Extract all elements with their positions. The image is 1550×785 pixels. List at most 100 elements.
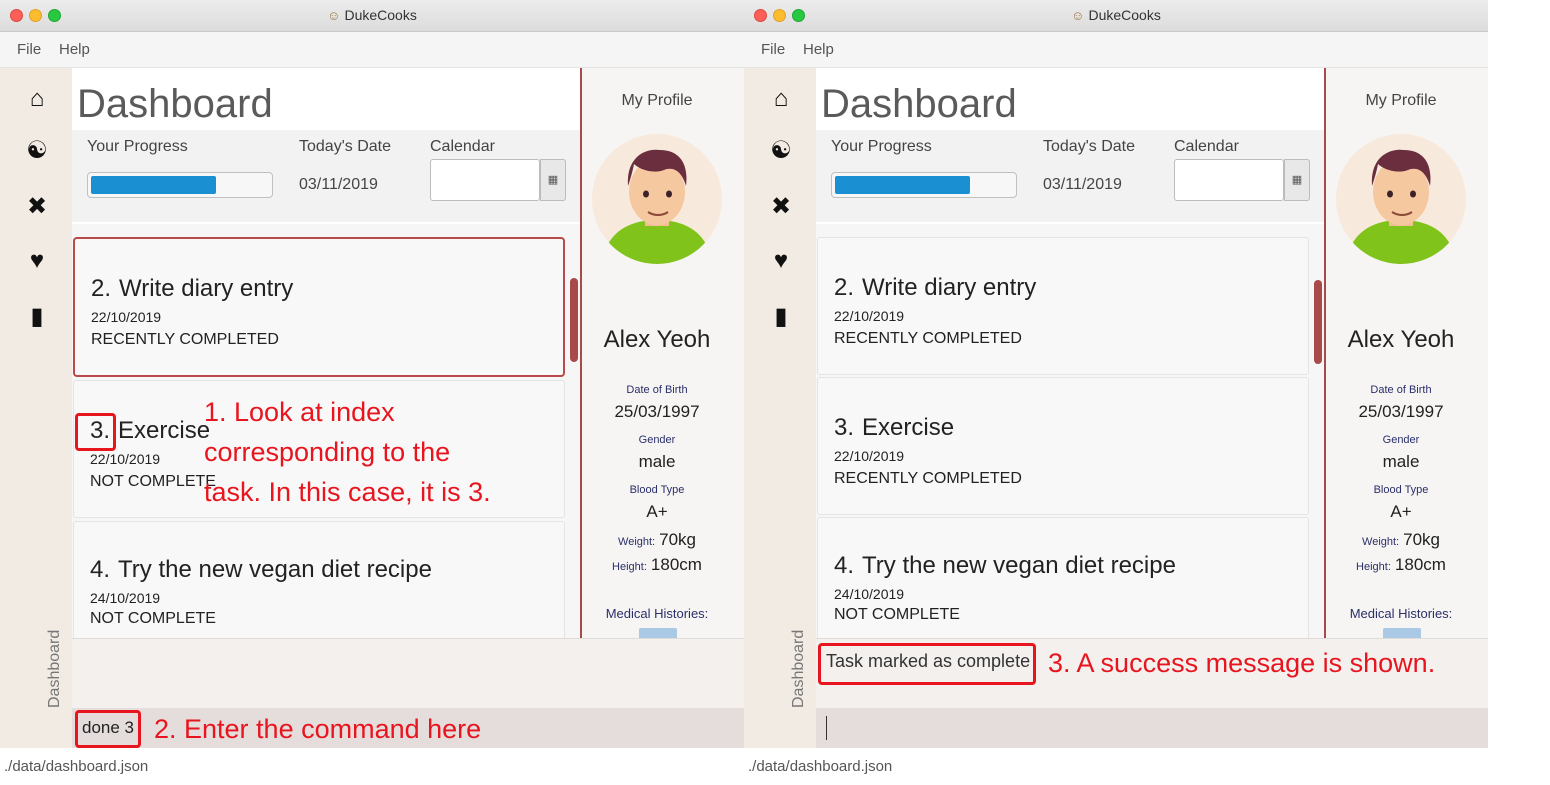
task-name: Exercise — [118, 417, 211, 444]
calendar-icon[interactable]: ▦ — [540, 159, 566, 201]
task-index: 4. — [90, 556, 111, 583]
menu-bar: File Help — [0, 32, 744, 68]
scrollbar-thumb[interactable] — [1314, 280, 1322, 364]
annotation-step1-line1: 1. Look at index — [204, 397, 395, 427]
command-highlight-box — [75, 710, 141, 748]
medical-tag — [639, 628, 677, 638]
sidebar: ⌂ ☯ ✖ ♥ ▮ Dashboard — [0, 68, 72, 748]
window-title: ☺ DukeCooks — [0, 7, 744, 23]
home-icon[interactable]: ⌂ — [22, 82, 52, 116]
chef-hat-icon[interactable]: ☯ — [766, 134, 796, 168]
calendar-input[interactable] — [430, 159, 540, 201]
task-date: 24/10/2019 — [90, 590, 161, 606]
task-card[interactable]: 2. Write diary entry 22/10/2019 RECENTLY … — [73, 237, 565, 377]
avatar — [1336, 134, 1466, 264]
task-title: 4. Try the new vegan diet recipe — [90, 556, 432, 584]
task-card[interactable]: 2. Write diary entry 22/10/2019 RECENTLY … — [817, 237, 1309, 375]
task-name: Exercise — [862, 414, 955, 441]
height-label: Height: — [1356, 561, 1391, 573]
dumbbell-icon[interactable]: ✖ — [22, 190, 52, 224]
gender-label: Gender — [1382, 434, 1420, 446]
chef-icon: ☺ — [327, 8, 341, 23]
gender-value: male — [638, 452, 676, 471]
medical-histories-label: Medical Histories: — [605, 606, 709, 621]
profile-name: Alex Yeoh — [603, 326, 711, 353]
dob-label: Date of Birth — [626, 384, 688, 396]
profile-heading: My Profile — [1365, 92, 1437, 109]
index-highlight-box — [75, 413, 116, 451]
date-label: Today's Date — [1043, 138, 1135, 155]
menu-bar: File Help — [744, 32, 1488, 68]
task-status: RECENTLY COMPLETED — [834, 470, 1022, 487]
task-list-scrollbar[interactable] — [568, 70, 580, 630]
dob-value: 25/03/1997 — [614, 402, 700, 421]
task-date: 22/10/2019 — [91, 309, 162, 325]
medical-tag — [1383, 628, 1421, 638]
task-list[interactable]: 2. Write diary entry 22/10/2019 RECENTLY … — [816, 224, 1324, 638]
task-card[interactable]: 3. Exercise 22/10/2019 RECENTLY COMPLETED — [817, 377, 1309, 515]
date-value: 03/11/2019 — [1043, 176, 1122, 193]
task-name: Write diary entry — [862, 274, 1037, 301]
command-input[interactable] — [822, 712, 1472, 744]
result-highlight-box — [818, 643, 1036, 685]
scrollbar-thumb[interactable] — [570, 278, 578, 362]
command-box — [816, 708, 1488, 748]
task-status: NOT COMPLETE — [90, 473, 216, 490]
profile-heading: My Profile — [621, 92, 693, 109]
blood-label: Blood Type — [629, 484, 685, 496]
calendar-label: Calendar — [1174, 138, 1239, 155]
status-bar-path: ./data/dashboard.json — [4, 758, 149, 775]
task-status: NOT COMPLETE — [90, 610, 216, 627]
calendar-input[interactable] — [1174, 159, 1284, 201]
heartbeat-icon[interactable]: ♥ — [766, 244, 796, 278]
progress-bar — [87, 172, 273, 198]
dob-value: 25/03/1997 — [1358, 402, 1444, 421]
task-name: Try the new vegan diet recipe — [118, 556, 432, 583]
task-date: 22/10/2019 — [834, 448, 905, 464]
menu-help[interactable]: Help — [59, 41, 90, 58]
task-index: 3. — [834, 414, 855, 441]
home-icon[interactable]: ⌂ — [766, 82, 796, 116]
height-field: Height: 180cm — [582, 555, 732, 575]
task-index: 4. — [834, 552, 855, 579]
height-field: Height: 180cm — [1326, 555, 1476, 575]
progress-bar — [831, 172, 1017, 198]
book-icon[interactable]: ▮ — [22, 300, 52, 334]
weight-field: Weight: 70kg — [582, 530, 732, 550]
task-title: 3. Exercise — [834, 414, 954, 442]
dob-label: Date of Birth — [1370, 384, 1432, 396]
task-date: 22/10/2019 — [834, 308, 905, 324]
title-bar: ☺ DukeCooks — [0, 0, 744, 32]
menu-file[interactable]: File — [17, 41, 41, 58]
medical-histories-label: Medical Histories: — [1349, 606, 1453, 621]
task-status: RECENTLY COMPLETED — [834, 330, 1022, 347]
heartbeat-icon[interactable]: ♥ — [22, 244, 52, 278]
status-bar-path: ./data/dashboard.json — [748, 758, 893, 775]
menu-file[interactable]: File — [761, 41, 785, 58]
task-card[interactable]: 4. Try the new vegan diet recipe 24/10/20… — [73, 521, 565, 638]
book-icon[interactable]: ▮ — [766, 300, 796, 334]
page-title: Dashboard — [77, 82, 273, 126]
height-label: Height: — [612, 561, 647, 573]
chef-hat-icon[interactable]: ☯ — [22, 134, 52, 168]
window-title: ☺ DukeCooks — [744, 7, 1488, 23]
task-list-scrollbar[interactable] — [1312, 70, 1324, 630]
calendar-icon[interactable]: ▦ — [1284, 159, 1310, 201]
menu-help[interactable]: Help — [803, 41, 834, 58]
gender-value: male — [1382, 452, 1420, 471]
sidebar-vertical-label: Dashboard — [790, 629, 807, 708]
task-card[interactable]: 4. Try the new vegan diet recipe 24/10/20… — [817, 517, 1309, 638]
task-name: Write diary entry — [119, 275, 294, 302]
weight-value: 70kg — [1403, 530, 1440, 549]
task-date: 22/10/2019 — [90, 451, 161, 467]
dumbbell-icon[interactable]: ✖ — [766, 190, 796, 224]
weight-label: Weight: — [1362, 536, 1400, 548]
dukecooks-window-before: ☺ DukeCooks File Help ⌂ ☯ ✖ ♥ ▮ Dashboard… — [0, 0, 744, 785]
height-value: 180cm — [1394, 555, 1446, 574]
date-value: 03/11/2019 — [299, 176, 378, 193]
progress-fill — [91, 176, 216, 194]
task-date: 24/10/2019 — [834, 586, 905, 602]
profile-panel: My Profile Alex Yeoh Date of Birth 25/03… — [580, 68, 744, 638]
chef-icon: ☺ — [1071, 8, 1085, 23]
result-display — [72, 638, 744, 708]
